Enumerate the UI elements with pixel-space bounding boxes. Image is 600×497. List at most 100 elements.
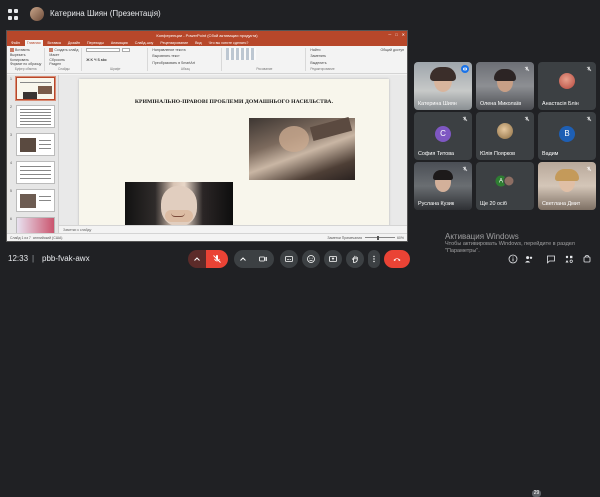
- slide-thumbnail: 6: [10, 217, 55, 233]
- meeting-code: pbb-fvak-awx: [42, 254, 90, 263]
- notes-pane: Заметки к слайду: [59, 225, 407, 233]
- mic-toggle-button[interactable]: [206, 250, 228, 268]
- slide-thumbnail: 4: [10, 161, 55, 184]
- thumbnail-number: 5: [10, 189, 12, 193]
- emoji-reaction-button[interactable]: [302, 250, 320, 268]
- clipboard-group: Вставить Вырезать Копировать Формат по о…: [10, 48, 46, 71]
- font-name-box: [86, 48, 121, 52]
- host-controls-icon[interactable]: [582, 254, 592, 264]
- presenter-name: Катерина Шиян (Презентація): [50, 9, 161, 18]
- captions-button[interactable]: [280, 250, 298, 268]
- window-controls: ─ □ ✕: [388, 32, 405, 37]
- chevron-up-icon: [240, 257, 246, 261]
- chevron-up-icon: [194, 257, 200, 261]
- ppt-tab: Переходы: [86, 41, 104, 45]
- ppt-tab: Вид: [195, 41, 202, 45]
- font-group: Ж K Ч S abc Шрифт: [86, 48, 149, 71]
- camera-icon: [259, 256, 267, 262]
- ppt-tab: Вставка: [47, 41, 61, 45]
- ppt-tab: Слайд-шоу: [134, 41, 154, 45]
- participant-tile[interactable]: B Вадим: [538, 112, 596, 160]
- format-painter-label: Формат по образцу: [10, 62, 42, 67]
- leave-call-button[interactable]: [384, 250, 410, 268]
- mic-off-icon: [523, 115, 531, 123]
- editing-group: Найти Заменить Выделить Редактирование: [310, 48, 337, 71]
- participant-name: Анастасія Блін: [542, 101, 579, 107]
- raise-hand-icon: [351, 255, 358, 263]
- drawing-group-label: Рисование: [256, 67, 273, 71]
- section-label: Раздел: [49, 62, 61, 67]
- participant-tile[interactable]: C София Титова: [414, 112, 472, 160]
- more-participants-tile[interactable]: A Ще 20 осіб: [476, 162, 534, 210]
- mic-off-icon: [585, 115, 593, 123]
- top-bar: Катерина Шиян (Презентація): [0, 0, 600, 28]
- layout-label: Макет: [49, 52, 60, 57]
- participant-name: Руслана Кузик: [418, 201, 455, 207]
- find-label: Найти: [310, 48, 321, 52]
- more-participants-label: Ще 20 осіб: [480, 201, 508, 207]
- participant-count-badge: 29: [532, 490, 541, 497]
- speaking-indicator-icon: [461, 65, 469, 73]
- paragraph-group-label: Абзац: [180, 66, 190, 71]
- language-indicator: английский (США): [32, 235, 63, 240]
- cut-label: Вырезать: [10, 52, 26, 57]
- thumbnail-number: 6: [10, 217, 12, 221]
- more-options-button[interactable]: [368, 250, 380, 268]
- raise-hand-button[interactable]: [346, 250, 364, 268]
- replace-label: Заменить: [310, 54, 327, 59]
- ppt-tab: Анимация: [110, 41, 128, 45]
- layout-grid-icon[interactable]: [8, 9, 19, 20]
- slide-counter: Слайд 1 из 7: [10, 235, 31, 240]
- ppt-tell-me: Что вы хотите сделать?: [208, 41, 249, 45]
- shared-screen: Конференции - PowerPoint (Сбой активации…: [6, 30, 408, 242]
- new-slide-icon: [49, 48, 54, 52]
- ppt-ribbon-tabs: Файл Главная Вставка Дизайн Переходы Ани…: [7, 39, 407, 46]
- participant-tile[interactable]: Олена Миколаїв: [476, 62, 534, 110]
- hang-up-icon: [393, 258, 401, 261]
- mic-off-icon: [585, 65, 593, 73]
- slide-title: КРИМІНАЛЬНО-ПРАВОВІ ПРОБЛЕМИ ДОМАШНЬОГО …: [134, 99, 334, 105]
- clipboard-group-label: Буфер обмена: [14, 67, 37, 71]
- emoji-icon: [307, 255, 315, 263]
- share-label: Общий доступ: [380, 48, 404, 52]
- participant-tile[interactable]: Юлія Поярков: [476, 112, 534, 160]
- activities-icon[interactable]: [564, 254, 574, 264]
- camera-toggle-button[interactable]: [252, 250, 274, 268]
- new-slide-label: Создать слайд: [54, 48, 79, 52]
- mic-options-button[interactable]: [188, 250, 206, 268]
- slide-thumbnails: 1 2 3 4 5 6: [7, 75, 59, 233]
- ppt-tab: Файл: [11, 41, 20, 45]
- ppt-title-bar: Конференции - PowerPoint (Сбой активации…: [7, 31, 407, 39]
- zoom-slider: [364, 235, 395, 240]
- thumbnail-number: 1: [10, 77, 12, 81]
- people-icon[interactable]: [524, 254, 534, 264]
- participant-name: Светлана Дмит: [542, 201, 581, 207]
- avatar: [497, 123, 513, 140]
- participant-tile[interactable]: Светлана Дмит: [538, 162, 596, 210]
- avatar: C: [435, 125, 451, 142]
- participant-name: Олена Миколаїв: [480, 101, 522, 107]
- font-format-buttons: Ж K Ч S abc: [86, 57, 107, 62]
- paragraph-group: Направление текста Выровнять текст Преоб…: [152, 48, 223, 71]
- ppt-tab: Дизайн: [67, 41, 80, 45]
- slide-thumbnail: 3: [10, 133, 55, 156]
- participant-tile[interactable]: Руслана Кузик: [414, 162, 472, 210]
- thumbnail-number: 3: [10, 133, 12, 137]
- slides-group: Создать слайд Макет Сбросить Раздел Слай…: [49, 48, 83, 71]
- avatar: [559, 73, 575, 90]
- slide-photo-violence: [249, 117, 355, 180]
- participant-tile[interactable]: Катерина Шиян: [414, 62, 472, 110]
- mic-off-icon: [213, 255, 221, 263]
- present-screen-button[interactable]: [324, 250, 342, 268]
- editing-group-label: Редактирование: [310, 66, 335, 71]
- avatar: B: [559, 125, 575, 142]
- info-icon[interactable]: [508, 254, 518, 264]
- meeting-time: 12:33: [8, 254, 29, 263]
- chat-icon[interactable]: [546, 254, 556, 264]
- participant-name: Юлія Поярков: [480, 151, 516, 157]
- camera-options-button[interactable]: [234, 250, 252, 268]
- maximize-icon: □: [395, 32, 398, 37]
- participant-tile[interactable]: Анастасія Блін: [538, 62, 596, 110]
- presenter-avatar: [30, 7, 44, 21]
- ppt-window-title: Конференции - PowerPoint (Сбой активации…: [156, 32, 258, 38]
